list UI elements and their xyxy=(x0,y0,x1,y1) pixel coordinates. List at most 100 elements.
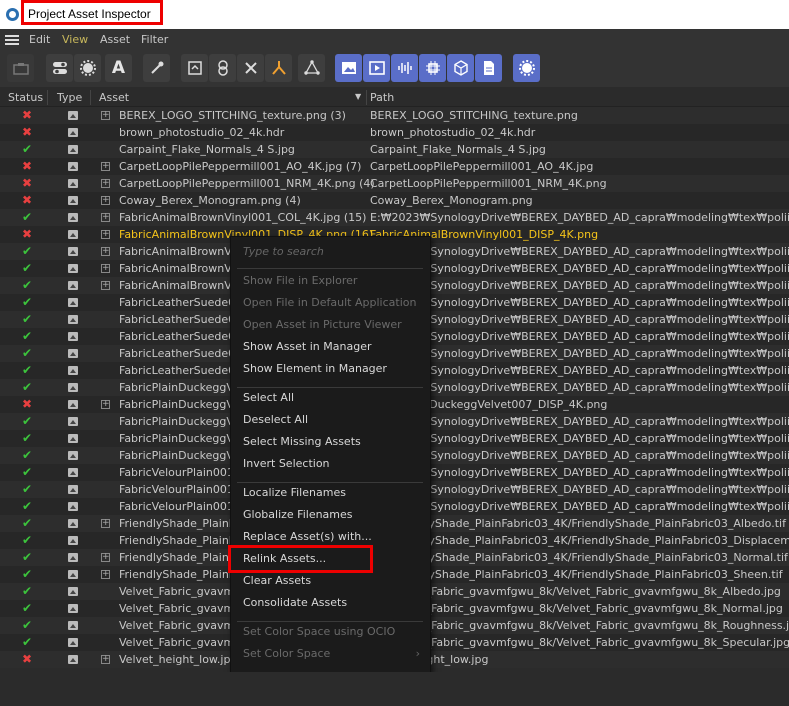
status-ok-icon: ✔ xyxy=(21,601,33,615)
sort-arrow-icon[interactable]: ▼ xyxy=(355,92,361,101)
menu-item-clear-assets[interactable]: Clear Assets xyxy=(243,574,311,587)
image-type-icon xyxy=(68,145,78,154)
menu-item-select-all[interactable]: Select All xyxy=(243,391,294,404)
asset-path: E:₩2023₩SynologyDrive₩BEREX_DAYBED_AD_ca… xyxy=(370,313,789,326)
expand-icon[interactable]: + xyxy=(101,655,110,664)
menu-item-consolidate-assets[interactable]: Consolidate Assets xyxy=(243,596,347,609)
expand-icon[interactable]: + xyxy=(101,400,110,409)
image-type-icon xyxy=(68,383,78,392)
asset-path: E:₩2023₩SynologyDrive₩BEREX_DAYBED_AD_ca… xyxy=(370,262,789,275)
menu-item-set-color-space-using-ocio: Set Color Space using OCIO xyxy=(243,625,396,638)
column-type[interactable]: Type xyxy=(57,91,82,104)
image-type-icon xyxy=(68,128,78,137)
expand-icon[interactable]: + xyxy=(101,570,110,579)
asset-path: Carpaint_Flake_Normals_4 S.jpg xyxy=(370,143,546,156)
expand-icon[interactable]: + xyxy=(101,230,110,239)
menu-filter[interactable]: Filter xyxy=(141,33,168,46)
menu-view[interactable]: View xyxy=(62,33,88,46)
context-search-input[interactable]: Type to search xyxy=(243,245,324,258)
close-icon[interactable] xyxy=(237,54,264,82)
column-status[interactable]: Status xyxy=(8,91,43,104)
table-row[interactable]: ✖ brown_photostudio_02_4k.hdr brown_photos… xyxy=(0,124,789,141)
cube-filter-icon[interactable] xyxy=(447,54,474,82)
picture-filter-icon[interactable] xyxy=(335,54,362,82)
expand-icon[interactable]: + xyxy=(101,264,110,273)
table-row[interactable]: ✔ + FabricAnimalBrownVinyl001_COL_4K.jpg (… xyxy=(0,209,789,226)
expand-icon[interactable]: + xyxy=(101,247,110,256)
status-ok-icon: ✔ xyxy=(21,210,33,224)
expand-icon[interactable]: + xyxy=(101,196,110,205)
menu-item-localize-filenames[interactable]: Localize Filenames xyxy=(243,486,346,499)
export-icon[interactable] xyxy=(181,54,208,82)
asset-name: BEREX_LOGO_STITCHING_texture.png (3) xyxy=(119,109,346,122)
table-row[interactable]: ✖ + Coway_Berex_Monogram.png (4) Coway_Bere… xyxy=(0,192,789,209)
table-row[interactable]: ✖ + BEREX_LOGO_STITCHING_texture.png (3) BE… xyxy=(0,107,789,124)
status-ok-icon: ✔ xyxy=(21,312,33,326)
expand-icon[interactable]: + xyxy=(101,213,110,222)
expand-icon[interactable]: + xyxy=(101,111,110,120)
hamburger-menu-icon[interactable] xyxy=(5,35,19,45)
image-type-icon xyxy=(68,230,78,239)
context-menu: Type to search Show File in Explorer Open… xyxy=(230,236,431,674)
menu-asset[interactable]: Asset xyxy=(100,33,130,46)
expand-icon[interactable]: + xyxy=(101,162,110,171)
document-filter-icon[interactable] xyxy=(475,54,502,82)
menu-item-show-element-in-manager[interactable]: Show Element in Manager xyxy=(243,362,387,375)
menu-edit[interactable]: Edit xyxy=(29,33,50,46)
menu-item-globalize-filenames[interactable]: Globalize Filenames xyxy=(243,508,353,521)
asset-path: brown_photostudio_02_4k.hdr xyxy=(370,126,536,139)
status-missing-icon: ✖ xyxy=(21,652,33,666)
column-asset[interactable]: Asset xyxy=(99,91,129,104)
gear-icon[interactable] xyxy=(74,54,101,82)
table-row[interactable]: ✖ + CarpetLoopPilePeppermill001_AO_4K.jpg … xyxy=(0,158,789,175)
status-ok-icon: ✔ xyxy=(21,567,33,581)
menu-item-show-asset-in-manager[interactable]: Show Asset in Manager xyxy=(243,340,371,353)
asset-name: CarpetLoopPilePeppermill001_NRM_4K.png (… xyxy=(119,177,375,190)
image-type-icon xyxy=(68,400,78,409)
title-highlight-box xyxy=(21,0,163,25)
image-type-icon xyxy=(68,553,78,562)
table-row[interactable]: ✔ Carpaint_Flake_Normals_4 S.jpg Carpaint_… xyxy=(0,141,789,158)
menu-item-open-file-in-default-application: Open File in Default Application xyxy=(243,296,417,309)
status-missing-icon: ✖ xyxy=(21,125,33,139)
image-type-icon xyxy=(68,468,78,477)
status-ok-icon: ✔ xyxy=(21,618,33,632)
asset-path: E:₩2023₩SynologyDrive₩BEREX_DAYBED_AD_ca… xyxy=(370,483,789,496)
table-row[interactable]: ✖ + CarpetLoopPilePeppermill001_NRM_4K.png… xyxy=(0,175,789,192)
expand-icon[interactable]: + xyxy=(101,553,110,562)
chip-filter-icon[interactable] xyxy=(419,54,446,82)
menu-item-deselect-all[interactable]: Deselect All xyxy=(243,413,308,426)
audio-filter-icon[interactable] xyxy=(391,54,418,82)
status-ok-icon: ✔ xyxy=(21,516,33,530)
menu-item-show-file-in-explorer: Show File in Explorer xyxy=(243,274,358,287)
asset-name: Velvet_height_low.jpg xyxy=(119,653,238,666)
menu-item-set-color-space: Set Color Space xyxy=(243,647,331,660)
asset-path: E:₩2023₩SynologyDrive₩BEREX_DAYBED_AD_ca… xyxy=(370,296,789,309)
toggle-icon[interactable] xyxy=(46,54,73,82)
image-type-icon xyxy=(68,434,78,443)
image-type-icon xyxy=(68,298,78,307)
menu-item-invert-selection[interactable]: Invert Selection xyxy=(243,457,330,470)
settings-filter-icon[interactable] xyxy=(513,54,540,82)
image-type-icon xyxy=(68,349,78,358)
asset-path: E:₩2023₩SynologyDrive₩BEREX_DAYBED_AD_ca… xyxy=(370,381,789,394)
menu-item-replace-asset-s-with[interactable]: Replace Asset(s) with... xyxy=(243,530,372,543)
image-type-icon xyxy=(68,315,78,324)
link-icon[interactable] xyxy=(209,54,236,82)
eyedropper-icon[interactable] xyxy=(143,54,170,82)
image-folder-icon[interactable] xyxy=(7,54,34,82)
triangle-nodes-icon[interactable] xyxy=(298,54,325,82)
expand-icon[interactable]: + xyxy=(101,519,110,528)
expand-icon[interactable]: + xyxy=(101,179,110,188)
menu-item-select-missing-assets[interactable]: Select Missing Assets xyxy=(243,435,361,448)
asset-path: E:₩FriendlyShade_PlainFabric03_4K/Friend… xyxy=(370,568,783,581)
image-type-icon xyxy=(68,621,78,630)
column-path[interactable]: Path xyxy=(370,91,394,104)
expand-icon[interactable]: + xyxy=(101,281,110,290)
text-icon[interactable]: A xyxy=(105,54,132,82)
image-type-icon xyxy=(68,264,78,273)
image-type-icon xyxy=(68,196,78,205)
movie-filter-icon[interactable] xyxy=(363,54,390,82)
merge-icon[interactable] xyxy=(265,54,292,82)
status-ok-icon: ✔ xyxy=(21,584,33,598)
